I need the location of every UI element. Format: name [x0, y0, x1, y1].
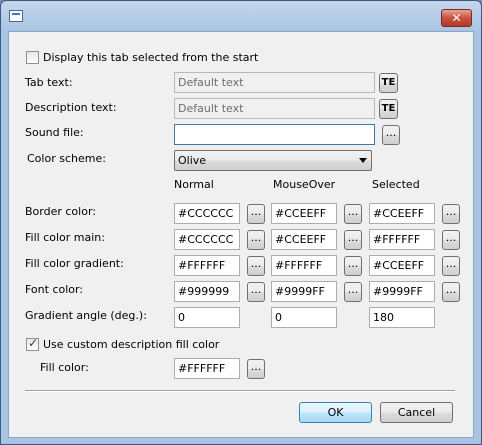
sound-file-browse-button[interactable]: ...: [382, 125, 400, 145]
tab-text-input[interactable]: Default text: [174, 72, 375, 93]
gradient-angle-mouseover-input[interactable]: 0: [271, 307, 337, 328]
custom-fill-pick-button[interactable]: ...: [247, 359, 265, 379]
border-color-label: Border color:: [25, 205, 96, 218]
fill-gradient-label: Fill color gradient:: [25, 257, 124, 270]
border-color-normal-input[interactable]: #CCCCCC: [174, 203, 240, 224]
border-color-mouseover-input[interactable]: #CCEEFF: [271, 203, 337, 224]
dialog-client: Display this tab selected from the start…: [8, 31, 474, 438]
sound-file-input[interactable]: [174, 124, 375, 145]
custom-fill-input[interactable]: #FFFFFF: [174, 358, 240, 379]
font-color-normal-input[interactable]: #999999: [174, 281, 240, 302]
title-bar: ✕: [1, 1, 481, 31]
column-normal-header: Normal: [174, 178, 214, 191]
border-color-selected-pick-button[interactable]: ...: [442, 204, 460, 224]
column-selected-header: Selected: [372, 178, 420, 191]
description-text-label: Description text:: [25, 101, 117, 114]
fill-main-normal-pick-button[interactable]: ...: [247, 230, 265, 250]
custom-desc-label: Use custom description fill color: [43, 338, 220, 351]
color-scheme-select[interactable]: Olive: [174, 150, 372, 171]
fill-main-normal-input[interactable]: #CCCCCC: [174, 229, 240, 250]
display-tab-checkbox[interactable]: [26, 51, 39, 64]
custom-fill-label: Fill color:: [40, 361, 89, 374]
description-text-input[interactable]: Default text: [174, 98, 375, 119]
font-color-mouseover-pick-button[interactable]: ...: [344, 282, 362, 302]
color-scheme-label: Color scheme:: [27, 152, 106, 165]
fill-gradient-normal-pick-button[interactable]: ...: [247, 256, 265, 276]
fill-gradient-normal-input[interactable]: #FFFFFF: [174, 255, 240, 276]
ok-button[interactable]: OK: [299, 402, 372, 423]
fill-gradient-selected-pick-button[interactable]: ...: [442, 256, 460, 276]
cancel-button[interactable]: Cancel: [380, 402, 453, 423]
border-color-mouseover-pick-button[interactable]: ...: [344, 204, 362, 224]
window-icon: [9, 10, 23, 22]
chevron-down-icon: [359, 158, 367, 163]
font-color-mouseover-input[interactable]: #9999FF: [271, 281, 337, 302]
close-button[interactable]: ✕: [441, 9, 472, 27]
fill-main-label: Fill color main:: [25, 231, 105, 244]
display-tab-label: Display this tab selected from the start: [43, 51, 259, 64]
font-color-selected-input[interactable]: #9999FF: [369, 281, 435, 302]
fill-gradient-selected-input[interactable]: #CCEEFF: [369, 255, 435, 276]
fill-main-mouseover-input[interactable]: #CCEEFF: [271, 229, 337, 250]
gradient-angle-normal-input[interactable]: 0: [174, 307, 240, 328]
dialog-window: ✕ Display this tab selected from the sta…: [0, 0, 482, 445]
font-color-selected-pick-button[interactable]: ...: [442, 282, 460, 302]
border-color-selected-input[interactable]: #CCEEFF: [369, 203, 435, 224]
custom-desc-checkbox[interactable]: [26, 336, 39, 351]
font-color-label: Font color:: [25, 283, 84, 296]
gradient-angle-label: Gradient angle (deg.):: [25, 309, 147, 322]
font-color-normal-pick-button[interactable]: ...: [247, 282, 265, 302]
fill-gradient-mouseover-input[interactable]: #FFFFFF: [271, 255, 337, 276]
fill-gradient-mouseover-pick-button[interactable]: ...: [344, 256, 362, 276]
description-te-button[interactable]: TE: [379, 99, 398, 119]
tab-text-te-button[interactable]: TE: [379, 73, 398, 93]
sound-file-label: Sound file:: [25, 126, 84, 139]
separator: [25, 390, 455, 392]
fill-main-mouseover-pick-button[interactable]: ...: [344, 230, 362, 250]
gradient-angle-selected-input[interactable]: 180: [369, 307, 435, 328]
fill-main-selected-pick-button[interactable]: ...: [442, 230, 460, 250]
column-mouseover-header: MouseOver: [273, 178, 336, 191]
tab-text-label: Tab text:: [25, 76, 73, 89]
fill-main-selected-input[interactable]: #FFFFFF: [369, 229, 435, 250]
color-scheme-value: Olive: [178, 154, 207, 167]
border-color-normal-pick-button[interactable]: ...: [247, 204, 265, 224]
